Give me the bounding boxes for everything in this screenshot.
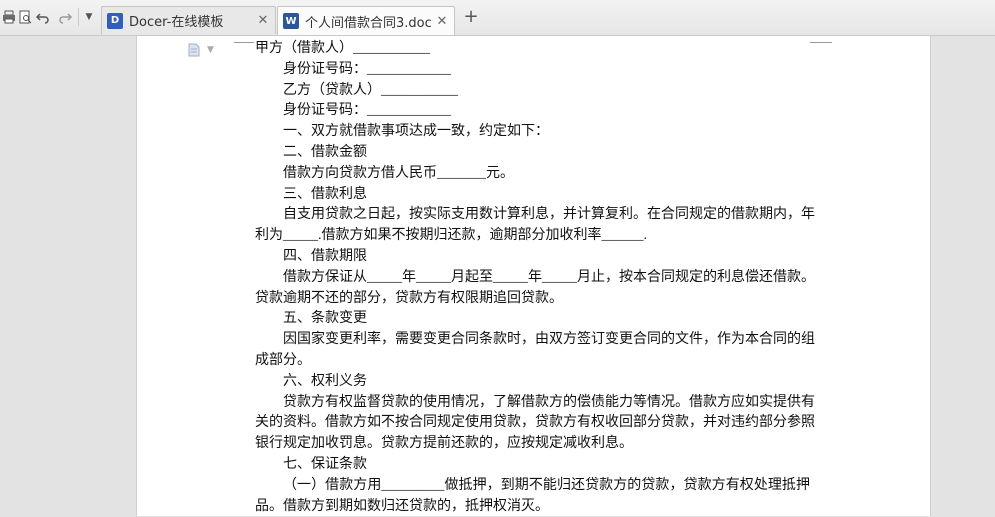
docer-icon: D: [107, 12, 123, 29]
document-line: （一）借款方用_________做抵押，到期不能归还贷款方的贷款，贷款方有权处理…: [283, 477, 810, 493]
print-preview-icon[interactable]: [16, 8, 34, 26]
document-line: 七、保证条款: [283, 456, 367, 472]
document-line: 品。借款方到期如数归还贷款的，抵押权消灭。: [255, 498, 549, 514]
tab-label: 个人间借款合同3.doc: [305, 15, 432, 31]
document-line: 六、权利义务: [283, 373, 367, 389]
document-text[interactable]: 甲方（借款人）___________ 身份证号码：____________ 乙方（贷…: [255, 39, 815, 517]
close-icon[interactable]: ✕: [434, 14, 450, 29]
tab-document[interactable]: W 个人间借款合同3.doc ✕: [277, 6, 455, 35]
document-line: 二、借款金额: [283, 144, 367, 160]
document-line: 借款方向贷款方借人民币_______元。: [283, 165, 514, 181]
document-line: 五、条款变更: [283, 311, 367, 327]
tab-bar: ▼ D Docer-在线模板 ✕ W 个人间借款合同3.doc ✕ +: [0, 0, 995, 36]
document-line: 关的资料。借款方如不按合同规定使用贷款，贷款方有权收回部分贷款，并对违约部分参照: [255, 415, 815, 431]
document-line: 贷款逾期不还的部分，贷款方有权限期追回贷款。: [255, 290, 563, 306]
tab-label: Docer-在线模板: [129, 15, 224, 30]
document-line: 银行规定加收罚息。贷款方提前还款的，应按规定减收利息。: [255, 436, 633, 452]
margin-marker: [234, 42, 254, 43]
dropdown-icon[interactable]: ▼: [80, 8, 98, 26]
document-line: 四、借款期限: [283, 248, 367, 264]
close-icon[interactable]: ✕: [255, 13, 271, 28]
document-line: 因国家变更利率，需要变更合同条款时，由双方签订变更合同的文件，作为本合同的组: [283, 332, 815, 348]
chevron-down-icon[interactable]: ▼: [207, 45, 214, 55]
tab-docer[interactable]: D Docer-在线模板 ✕: [101, 6, 276, 34]
document-line: 成部分。: [255, 352, 311, 368]
paragraph-options-icon[interactable]: [188, 43, 200, 61]
undo-icon[interactable]: [34, 8, 52, 26]
document-line: 乙方（贷款人）___________: [283, 82, 458, 98]
new-tab-button[interactable]: +: [462, 8, 480, 26]
word-doc-icon: W: [283, 13, 299, 29]
document-line: 一、双方就借款事项达成一致，约定如下：: [283, 124, 549, 140]
document-line: 借款方保证从_____年_____月起至_____年_____月止，按本合同规定…: [283, 269, 815, 285]
document-line: 贷款方有权监督贷款的使用情况，了解借款方的偿债能力等情况。借款方应如实提供有: [283, 394, 815, 410]
document-line: 利为_____.借款方如果不按期归还款，逾期部分加收利率______.: [255, 228, 647, 244]
document-line: 三、借款利息: [283, 186, 367, 202]
document-line: 甲方（借款人）___________: [255, 41, 430, 56]
margin-marker: [810, 42, 832, 43]
document-line: 自支用贷款之日起，按实际支用数计算利息，并计算复利。在合同规定的借款期内，年: [283, 207, 815, 223]
redo-icon[interactable]: [56, 8, 74, 26]
toolbar-separator: [78, 8, 79, 26]
document-line: 身份证号码：____________: [283, 103, 451, 119]
document-line: 身份证号码：____________: [283, 61, 451, 77]
